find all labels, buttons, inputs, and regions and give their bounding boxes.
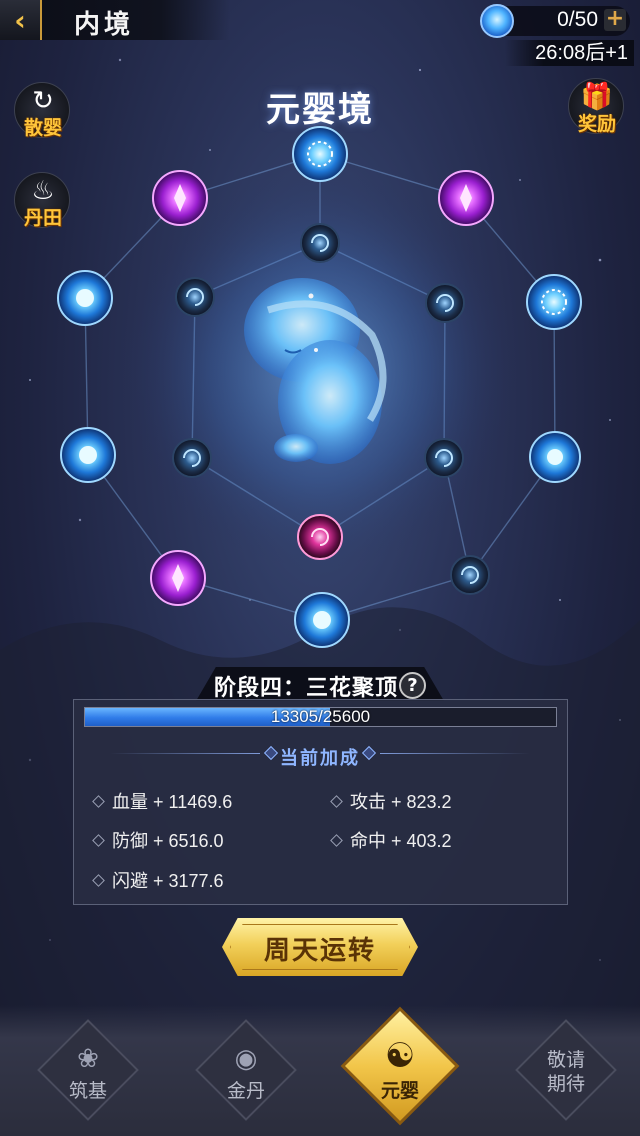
cycle-button[interactable]: 周天运转 — [222, 918, 418, 976]
foundation-icon: ❀ — [77, 1044, 99, 1074]
stat-hp: 血量 + 11469.6 — [92, 789, 232, 813]
diamond-bullet-icon — [92, 794, 105, 808]
dark-orb-icon[interactable] — [175, 277, 215, 317]
divider — [380, 753, 530, 754]
magenta-orb-icon[interactable] — [297, 514, 343, 560]
tab-coming-soon[interactable]: 敬请 期待 — [515, 1019, 617, 1121]
blue-orb-icon[interactable] — [292, 126, 348, 182]
diamond-bullet-icon — [330, 833, 343, 847]
diamond-bullet-icon — [92, 873, 105, 887]
stat-defense: 防御 + 6516.0 — [92, 828, 224, 852]
golden-core-icon: ◉ — [234, 1044, 258, 1074]
lit-blue-orb-icon[interactable] — [60, 427, 116, 483]
divider — [110, 753, 260, 754]
dark-orb-icon[interactable] — [450, 555, 490, 595]
progress-text: 13305/25600 — [270, 707, 371, 726]
lit-blue-orb-icon[interactable] — [529, 431, 581, 483]
stat-evasion: 闪避 + 3177.6 — [92, 868, 224, 892]
stat-attack: 攻击 + 823.2 — [330, 789, 452, 813]
purple-orb-icon[interactable] — [438, 170, 494, 226]
lit-blue-orb-icon[interactable] — [294, 592, 350, 648]
coming-soon-label: 敬请 期待 — [546, 1049, 585, 1095]
bonus-header: 当前加成 — [280, 748, 360, 769]
dark-orb-icon[interactable] — [300, 223, 340, 263]
dark-orb-icon[interactable] — [172, 438, 212, 478]
tab-nascent-soul[interactable]: ☯ 元婴 — [340, 1006, 460, 1126]
dark-orb-icon[interactable] — [424, 438, 464, 478]
cycle-button-label: 周天运转 — [263, 936, 376, 966]
tab-foundation[interactable]: ❀ 筑基 — [37, 1019, 139, 1121]
lit-blue-orb-icon[interactable] — [57, 270, 113, 326]
diamond-bullet-icon — [92, 833, 105, 847]
dark-orb-icon[interactable] — [425, 283, 465, 323]
purple-orb-icon[interactable] — [152, 170, 208, 226]
stat-hit: 命中 + 403.2 — [330, 828, 452, 852]
diamond-bullet-icon — [330, 794, 343, 808]
stage-label: 阶段四：三花聚顶 — [213, 676, 398, 701]
blue-orb-icon[interactable] — [526, 274, 582, 330]
nascent-soul-icon: ☯ — [384, 1036, 416, 1076]
tab-golden-core[interactable]: ◉ 金丹 — [195, 1019, 297, 1121]
help-button[interactable]: ? — [399, 672, 426, 699]
purple-orb-icon[interactable] — [150, 550, 206, 606]
